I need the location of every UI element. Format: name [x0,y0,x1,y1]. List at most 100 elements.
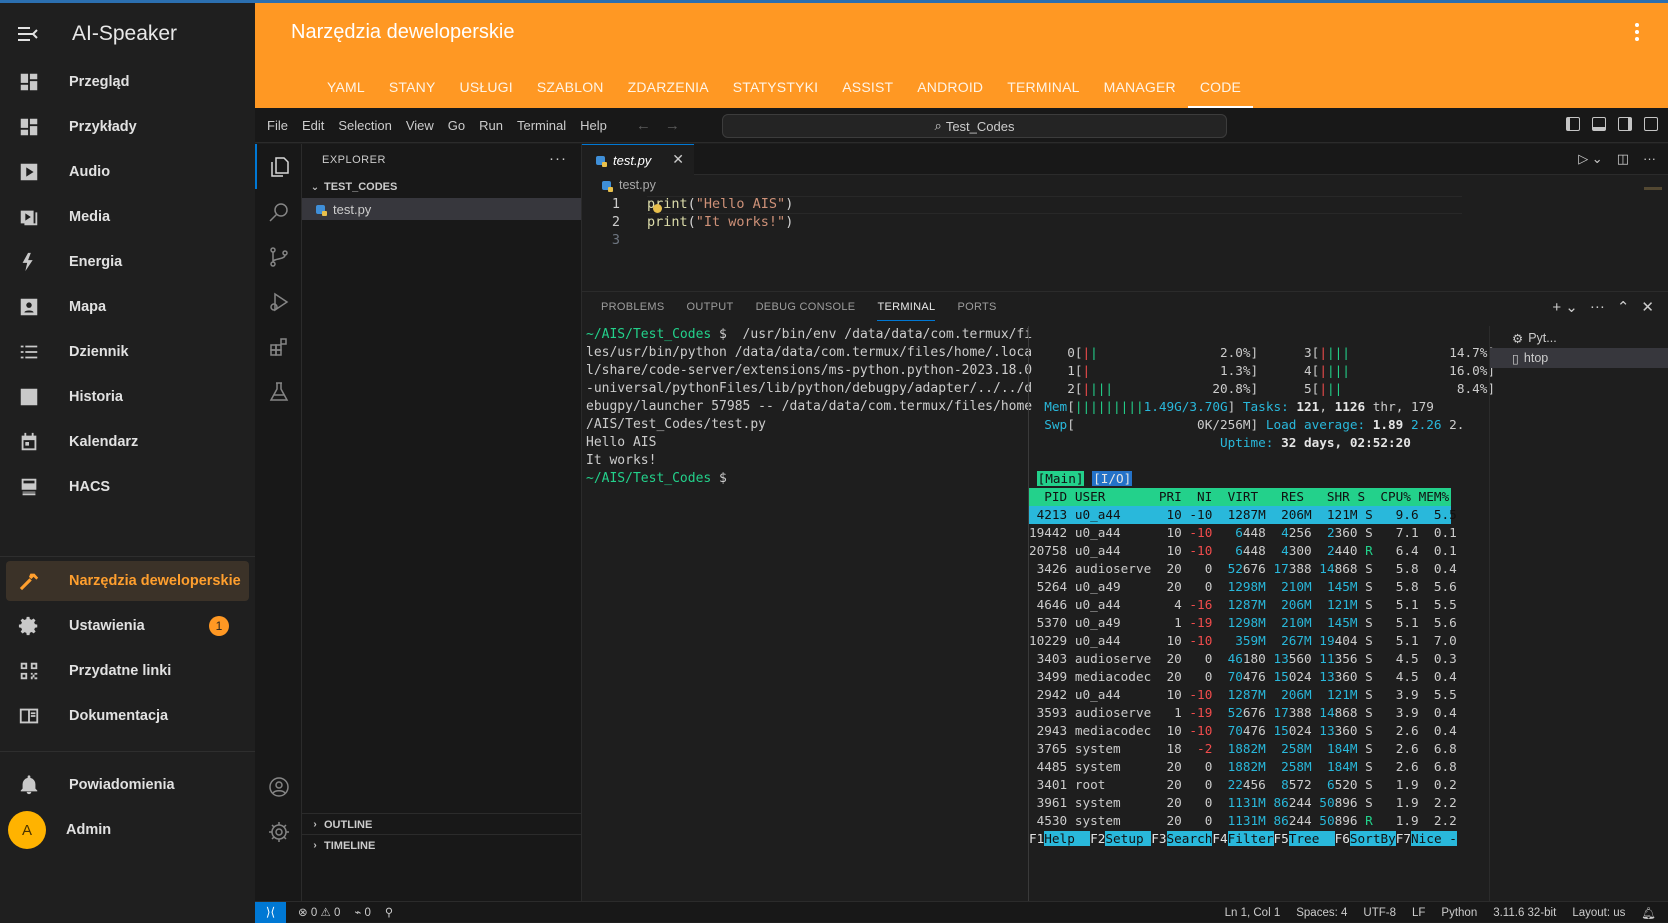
htop-fkey[interactable]: F1 [1029,831,1044,846]
manage-gear-icon[interactable] [255,809,302,854]
bell-icon[interactable]: 🔔︎ [1641,906,1656,920]
htop-process-row[interactable]: 19442 u0_a44 10 -10 6448 4256 2360 S 7.1… [1029,524,1457,542]
remote-icon[interactable]: ⟩⟨ [255,901,286,923]
menu-help[interactable]: Help [573,118,614,133]
search-icon[interactable] [255,189,302,234]
htop-process-row[interactable]: 2943 mediacodec 10 -10 70476 15024 13360… [1029,722,1457,740]
interpreter[interactable]: 3.11.6 32-bit [1493,907,1556,919]
code-line[interactable]: 2 print("It works!") [582,213,1668,231]
more-actions-icon[interactable]: ··· [1643,151,1656,167]
tab-yaml[interactable]: YAML [315,65,377,108]
panel-tab-debug-console[interactable]: DEBUG CONSOLE [745,292,867,323]
problems-status[interactable]: ⊗ 0 ⚠ 0 [298,905,340,919]
sidebar-item-przyk-ady[interactable]: Przykłady [6,107,249,147]
sidebar-item-historia[interactable]: Historia [6,377,249,417]
source-control-icon[interactable] [255,234,302,279]
tab-manager[interactable]: MANAGER [1092,65,1188,108]
htop-process-row[interactable]: 4213 u0_a44 10 -10 1287M 206M 121M S 9.6… [1029,506,1457,524]
htop-column-header[interactable]: PID USER PRI NI VIRT RES SHR S CPU% MEM% [1029,488,1451,506]
sidebar-item-user[interactable]: A Admin [6,810,249,850]
htop-process-row[interactable]: 5264 u0_a49 20 0 1298M 210M 145M S 5.8 5… [1029,578,1457,596]
account-icon[interactable] [255,764,302,809]
run-debug-icon[interactable] [255,279,302,324]
sidebar-item-audio[interactable]: Audio [6,152,249,192]
toggle-primary-sidebar-icon[interactable] [1566,117,1580,131]
file-row[interactable]: test.py [302,198,581,220]
encoding[interactable]: UTF-8 [1363,907,1396,919]
menu-file[interactable]: File [255,118,295,133]
tab-statystyki[interactable]: STATYSTYKI [721,65,831,108]
htop-process-row[interactable]: 3765 system 18 -2 1882M 258M 184M S 2.6 … [1029,740,1457,758]
tab-stany[interactable]: STANY [377,65,448,108]
panel-tab-ports[interactable]: PORTS [946,292,1007,323]
htop-fkey[interactable]: F4 [1212,831,1227,846]
timeline-section[interactable]: › TIMELINE [302,834,582,856]
ports-status[interactable]: ⌁ 0 [354,905,371,919]
editor-tab[interactable]: test.py ✕ [582,144,694,175]
menu-collapse-icon[interactable] [18,23,40,45]
code-editor[interactable]: 1 print("Hello AIS") 2 print("It works!") 3 [582,195,1668,249]
lightbulb-icon[interactable] [653,204,662,213]
sidebar-item-mapa[interactable]: Mapa [6,287,249,327]
terminal-list-item[interactable]: ▯ htop [1490,348,1668,368]
sidebar-item-kalendarz[interactable]: Kalendarz [6,422,249,462]
htop-fkey[interactable]: F2 [1090,831,1105,846]
htop-fkey[interactable]: F6 [1335,831,1350,846]
split-editor-icon[interactable]: ◫ [1617,151,1629,167]
tab-assist[interactable]: ASSIST [830,65,905,108]
menu-terminal[interactable]: Terminal [510,118,573,133]
htop-process-row[interactable]: 3593 audioserve 1 -19 52676 17388 14868 … [1029,704,1457,722]
back-arrow-icon[interactable]: ← [636,117,651,134]
code-line[interactable]: 3 [582,231,1668,249]
menu-go[interactable]: Go [441,118,472,133]
tab-zdarzenia[interactable]: ZDARZENIA [616,65,721,108]
sidebar-item-przegl-d[interactable]: Przegląd [6,62,249,102]
htop-process-row[interactable]: 2942 u0_a44 10 -10 1287M 206M 121M S 3.9… [1029,686,1457,704]
htop-process-row[interactable]: 4646 u0_a44 4 -16 1287M 206M 121M S 5.1 … [1029,596,1457,614]
menu-selection[interactable]: Selection [331,118,398,133]
terminal-output[interactable]: ~/AIS/Test_Codes $ /usr/bin/env /data/da… [586,326,1032,488]
sidebar-item-hacs[interactable]: HACS [6,467,249,507]
keyboard-layout[interactable]: Layout: us [1572,907,1625,919]
htop-process-row[interactable]: 3403 audioserve 20 0 46180 13560 11356 S… [1029,650,1457,668]
extensions-icon[interactable] [255,324,302,369]
panel-tab-problems[interactable]: PROBLEMS [582,292,676,323]
sidebar-item-media[interactable]: Media [6,197,249,237]
sidebar-item-settings[interactable]: Ustawienia 1 [6,606,249,646]
sidebar-item-developer-tools[interactable]: Narzędzia deweloperskie [6,561,249,601]
tab-android[interactable]: ANDROID [905,65,995,108]
htop-process-row[interactable]: 4485 system 20 0 1882M 258M 184M S 2.6 6… [1029,758,1457,776]
menu-edit[interactable]: Edit [295,118,331,133]
htop-process-row[interactable]: 5370 u0_a49 1 -19 1298M 210M 145M S 5.1 … [1029,614,1457,632]
more-actions-icon[interactable]: ··· [1590,298,1605,316]
new-terminal-icon[interactable]: + ⌄ [1552,298,1578,316]
code-line[interactable]: 1 print("Hello AIS") [582,195,1668,213]
breadcrumb[interactable]: test.py [602,178,656,192]
htop-process-row[interactable]: 3426 audioserve 20 0 52676 17388 14868 S… [1029,560,1457,578]
customize-layout-icon[interactable] [1644,117,1658,131]
menu-run[interactable]: Run [472,118,510,133]
command-center-search[interactable]: ⌕ Test_Codes [722,114,1227,138]
indentation[interactable]: Spaces: 4 [1296,907,1347,919]
menu-view[interactable]: View [399,118,441,133]
panel-tab-output[interactable]: OUTPUT [676,292,745,323]
htop-tab-io[interactable]: [I/O] [1092,471,1133,486]
htop-process-row[interactable]: 4530 system 20 0 1131M 86244 50896 R 1.9… [1029,812,1457,830]
more-vert-icon[interactable] [1634,23,1640,44]
tab-terminal[interactable]: TERMINAL [995,65,1091,108]
sidebar-item-notifications[interactable]: Powiadomienia [6,765,249,805]
toggle-secondary-sidebar-icon[interactable] [1618,117,1632,131]
htop-fkey[interactable]: F5 [1274,831,1289,846]
panel-tab-terminal[interactable]: TERMINAL [866,292,946,323]
htop-process-row[interactable]: 3401 root 20 0 22456 8572 6520 S 1.9 0.2 [1029,776,1457,794]
htop-process-row[interactable]: 3499 mediacodec 20 0 70476 15024 13360 S… [1029,668,1457,686]
htop-process-row[interactable]: 10229 u0_a44 10 -10 359M 267M 19404 S 5.… [1029,632,1457,650]
forward-arrow-icon[interactable]: → [665,117,680,134]
debug-status-icon[interactable]: ⚲ [385,905,393,919]
htop-process-row[interactable]: 20758 u0_a44 10 -10 6448 4300 2440 R 6.4… [1029,542,1457,560]
htop-tab-main[interactable]: [Main] [1036,471,1085,486]
tab-code[interactable]: CODE [1187,65,1254,108]
explorer-icon[interactable] [255,144,302,189]
close-icon[interactable]: ✕ [672,151,684,168]
terminal-list-item[interactable]: ⚙ Pyt... [1490,328,1668,348]
